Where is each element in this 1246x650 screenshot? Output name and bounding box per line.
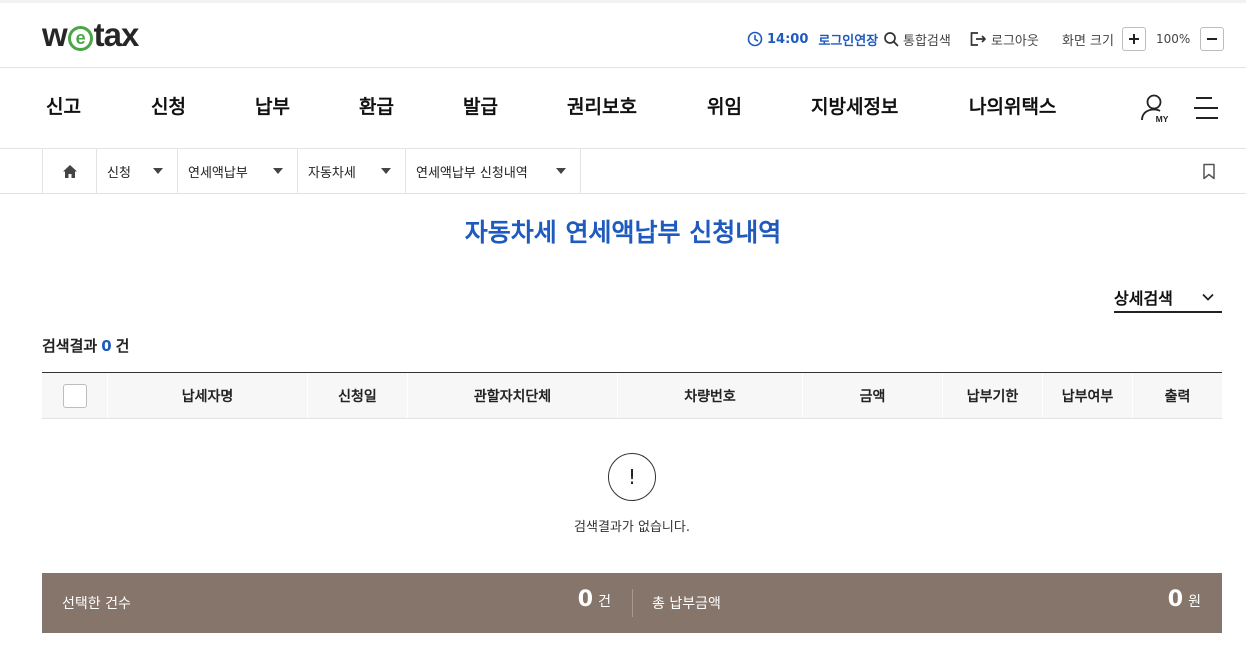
nav-item-delegation[interactable]: 위임 [707, 94, 742, 120]
breadcrumb-label: 신청 [107, 165, 131, 181]
logout-label: 로그아웃 [991, 33, 1039, 49]
breadcrumb-item-annual-payment[interactable]: 연세액납부 [177, 149, 297, 193]
summary-bar: 선택한 건수 0건 총 납부금액 0원 [42, 573, 1222, 633]
my-page-button[interactable]: MY [1138, 92, 1172, 126]
session-timer: 14:00 로그인연장 [747, 27, 878, 51]
logo-text-w: w [42, 16, 68, 53]
selected-count-value: 0 [577, 587, 594, 612]
caret-down-icon [381, 168, 391, 174]
nav-item-payment[interactable]: 납부 [255, 94, 290, 120]
total-amount-label: 총 납부금액 [652, 596, 721, 612]
empty-message: 검색결과가 없습니다. [574, 520, 690, 535]
main-navigation: 신고 신청 납부 환급 발급 권리보호 위임 지방세정보 나의위택스 MY [0, 68, 1246, 149]
nav-item-apply[interactable]: 신청 [151, 94, 186, 120]
home-icon [62, 164, 77, 178]
column-header: 납부기한 [942, 373, 1042, 418]
selected-count: 0건 [578, 587, 611, 612]
result-count: 검색결과 0 건 [42, 335, 129, 357]
result-unit: 건 [115, 337, 130, 355]
breadcrumb-label: 연세액납부 신청내역 [416, 165, 528, 181]
detail-search-label: 상세검색 [1114, 289, 1173, 308]
selected-count-unit: 건 [598, 594, 611, 610]
page-title: 자동차세 연세액납부 신청내역 [464, 218, 782, 247]
logo-text-tax: tax [93, 16, 140, 53]
column-header: 차량번호 [617, 373, 802, 418]
clock-icon [747, 31, 763, 47]
nav-item-local-tax-info[interactable]: 지방세정보 [811, 94, 898, 120]
logo-e-mark: e [67, 26, 93, 51]
result-count-value: 0 [101, 337, 112, 355]
plus-icon [1128, 34, 1139, 44]
minus-icon [1207, 38, 1218, 40]
logout-icon [970, 32, 986, 46]
breadcrumb-home[interactable] [42, 149, 96, 193]
chevron-down-icon [1202, 293, 1214, 301]
my-badge-label: MY [1156, 114, 1169, 124]
exclamation-icon: ! [608, 453, 656, 501]
total-amount-unit: 원 [1188, 594, 1201, 610]
caret-down-icon [273, 168, 283, 174]
wetax-logo[interactable]: w e tax [42, 16, 140, 53]
column-header: 납세자명 [107, 373, 307, 418]
login-extend-button[interactable]: 로그인연장 [818, 30, 878, 49]
caret-down-icon [556, 168, 566, 174]
table-header: 납세자명 신청일 관할자치단체 차량번호 금액 납부기한 납부여부 출력 [42, 372, 1222, 419]
select-all-checkbox[interactable] [62, 383, 87, 408]
breadcrumb-label: 연세액납부 [188, 165, 248, 181]
column-header: 출력 [1132, 373, 1222, 418]
breadcrumb-item-apply[interactable]: 신청 [96, 149, 177, 193]
hamburger-menu-icon [1194, 97, 1218, 119]
zoom-controls: 화면 크기 100% [1062, 27, 1225, 51]
select-all-cell [42, 373, 107, 418]
result-prefix: 검색결과 [42, 337, 98, 355]
column-header: 납부여부 [1042, 373, 1132, 418]
user-icon: MY [1141, 94, 1169, 124]
zoom-value: 100% [1155, 32, 1191, 46]
column-header: 신청일 [307, 373, 407, 418]
selected-count-label: 선택한 건수 [62, 596, 131, 612]
total-amount: 0원 [1168, 587, 1201, 612]
breadcrumb-item-vehicle-tax[interactable]: 자동차세 [297, 149, 405, 193]
column-header: 금액 [802, 373, 942, 418]
zoom-label: 화면 크기 [1062, 33, 1114, 49]
timer-value: 14:00 [767, 31, 809, 47]
detail-search-toggle[interactable]: 상세검색 [1114, 283, 1222, 313]
integrated-search-label: 통합검색 [903, 33, 951, 49]
breadcrumb-label: 자동차세 [308, 165, 356, 181]
breadcrumb-item-application-history[interactable]: 연세액납부 신청내역 [405, 149, 581, 193]
total-amount-value: 0 [1167, 587, 1184, 612]
integrated-search-link[interactable]: 통합검색 [883, 27, 951, 51]
nav-item-my-wetax[interactable]: 나의위택스 [969, 94, 1056, 120]
caret-down-icon [153, 168, 163, 174]
all-menu-button[interactable] [1192, 95, 1220, 121]
nav-item-refund[interactable]: 환급 [359, 94, 394, 120]
summary-divider [632, 589, 633, 617]
top-utility-bar: w e tax 14:00 로그인연장 통합검색 로그아웃 화면 크기 100% [0, 0, 1246, 68]
bookmark-button[interactable] [1202, 163, 1216, 184]
nav-item-rights-protection[interactable]: 권리보호 [567, 94, 637, 120]
bookmark-icon [1203, 163, 1215, 180]
search-icon [884, 32, 899, 47]
column-header: 관할자치단체 [407, 373, 617, 418]
logout-link[interactable]: 로그아웃 [969, 27, 1039, 51]
zoom-out-button[interactable] [1200, 27, 1225, 51]
nav-item-report[interactable]: 신고 [46, 94, 81, 120]
nav-item-issue[interactable]: 발급 [463, 94, 498, 120]
breadcrumb: 신청 연세액납부 자동차세 연세액납부 신청내역 [0, 149, 1246, 194]
zoom-in-button[interactable] [1121, 27, 1146, 51]
